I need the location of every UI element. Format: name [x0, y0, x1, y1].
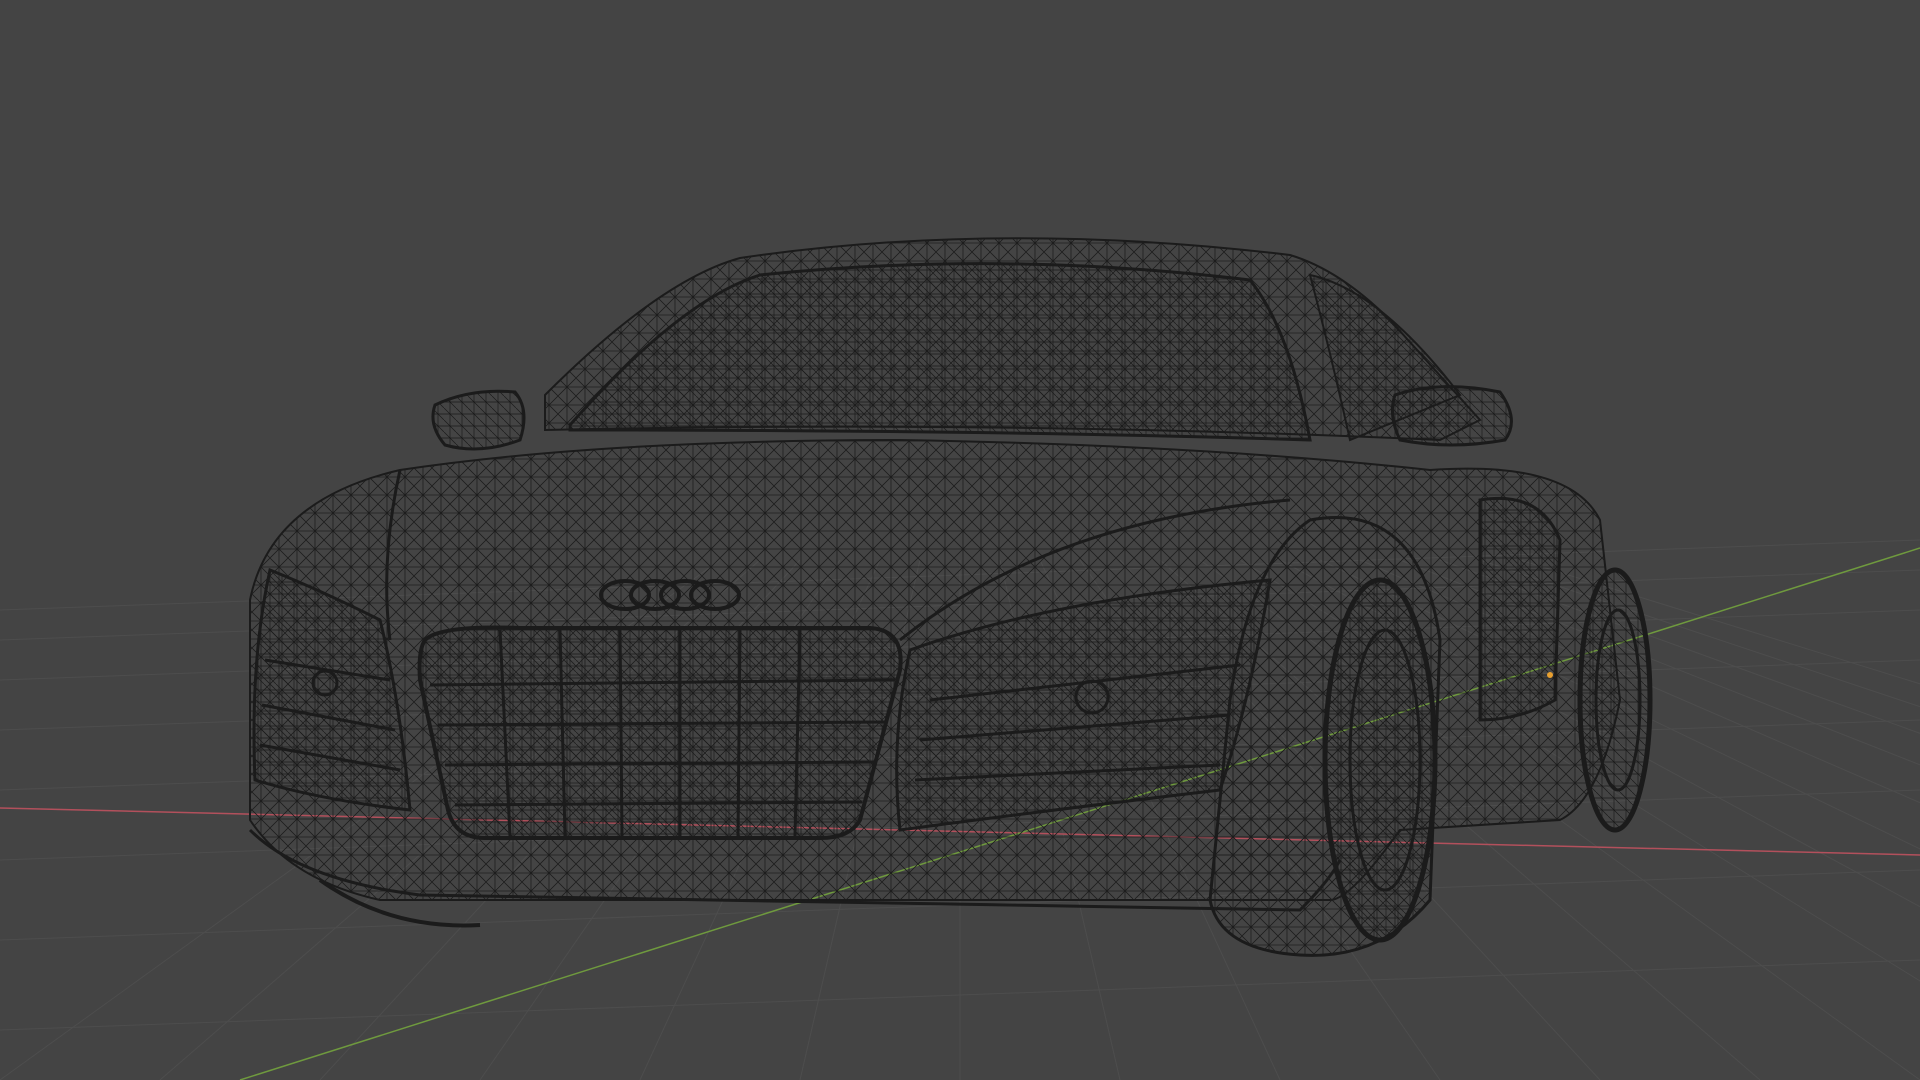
viewport-canvas[interactable] [0, 0, 1920, 1080]
object-origin-marker[interactable] [1547, 672, 1553, 678]
3d-viewport[interactable] [0, 0, 1920, 1080]
car-wireframe-model[interactable] [248, 237, 1653, 957]
front-grille[interactable] [417, 625, 903, 840]
right-mirror [1390, 385, 1513, 447]
left-mirror [431, 389, 526, 451]
